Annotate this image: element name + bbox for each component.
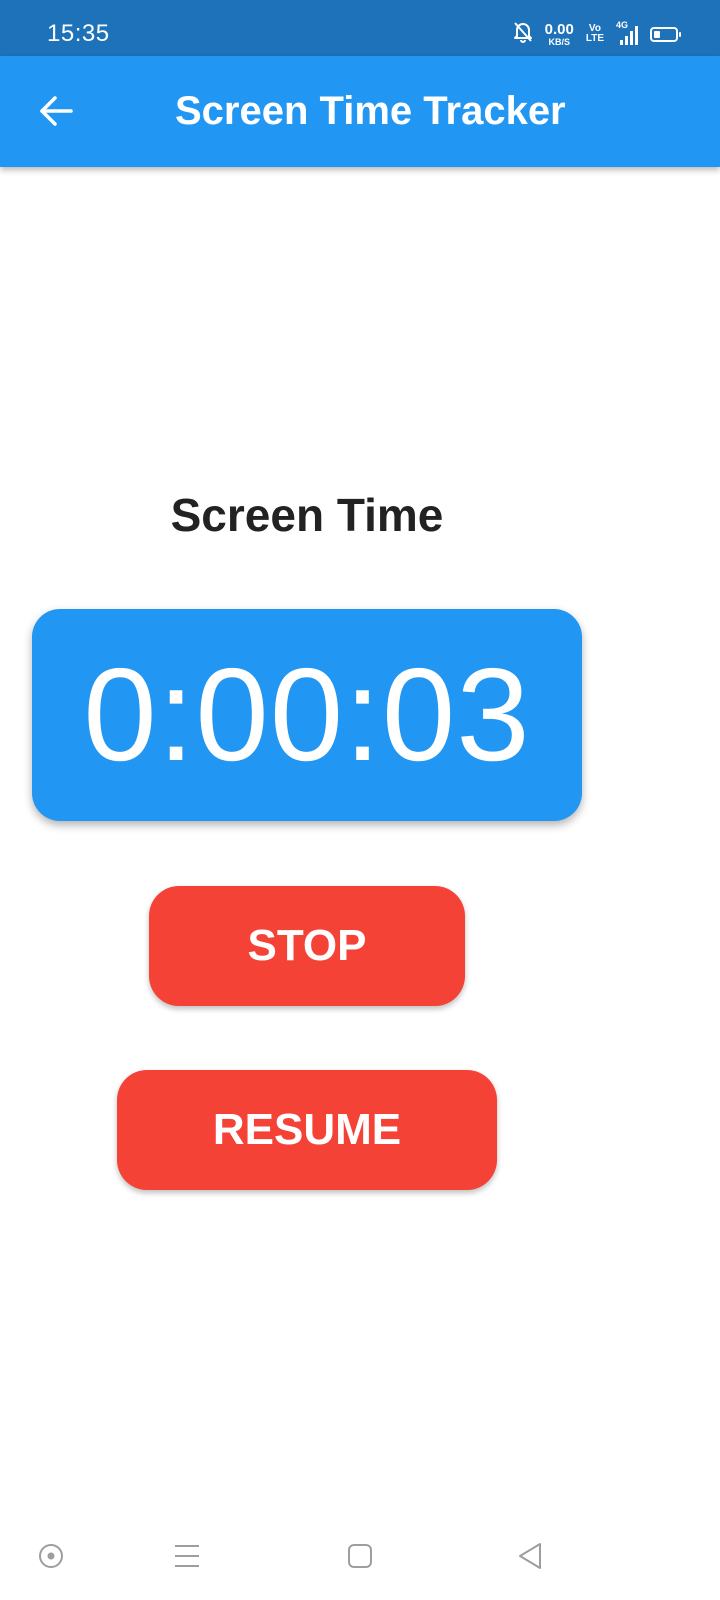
menu-button[interactable] bbox=[165, 1536, 209, 1580]
signal-icon: 4G bbox=[616, 20, 638, 45]
app-title: Screen Time Tracker bbox=[175, 89, 566, 133]
network-speed-unit: KB/S bbox=[548, 36, 570, 47]
home-icon bbox=[346, 1542, 374, 1575]
assistant-icon bbox=[37, 1542, 65, 1575]
arrow-left-icon bbox=[38, 95, 74, 132]
screen-time-heading: Screen Time bbox=[170, 489, 444, 541]
resume-button[interactable]: RESUME bbox=[117, 1070, 497, 1190]
network-speed-value: 0.00 bbox=[544, 20, 574, 38]
status-time: 15:35 bbox=[47, 20, 110, 47]
network-speed: 0.00 KB/S bbox=[545, 22, 574, 47]
status-bar: 15:35 0.00 KB/S Vo LTE 4G bbox=[0, 0, 720, 56]
status-icons: 0.00 KB/S Vo LTE 4G bbox=[513, 18, 681, 50]
stop-button[interactable]: STOP bbox=[149, 886, 465, 1006]
volte-indicator: Vo LTE bbox=[586, 24, 604, 44]
menu-icon bbox=[173, 1543, 201, 1574]
back-icon bbox=[516, 1541, 544, 1576]
app-bar: Screen Time Tracker bbox=[0, 56, 720, 167]
network-type: 4G bbox=[616, 20, 629, 30]
battery-fill bbox=[654, 30, 660, 38]
nav-back-button[interactable] bbox=[508, 1536, 552, 1580]
battery-icon bbox=[650, 26, 681, 42]
bell-muted-icon bbox=[513, 21, 533, 48]
home-button[interactable] bbox=[338, 1536, 382, 1580]
system-nav-bar bbox=[0, 1516, 720, 1600]
assistant-button[interactable] bbox=[29, 1536, 73, 1580]
timer-value: 0:00:03 bbox=[83, 641, 531, 788]
volte-bottom: LTE bbox=[585, 33, 604, 44]
timer-card: 0:00:03 bbox=[32, 609, 582, 821]
back-button[interactable] bbox=[28, 85, 84, 141]
